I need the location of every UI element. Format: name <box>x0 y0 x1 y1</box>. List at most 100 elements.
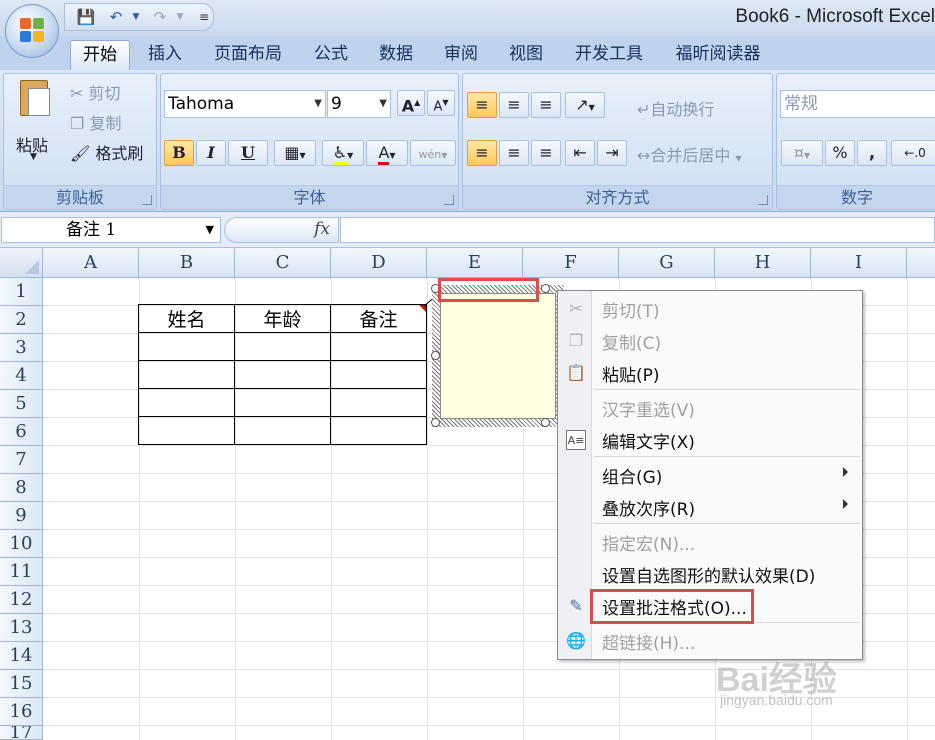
column-header-j[interactable] <box>907 248 935 278</box>
table-cell[interactable] <box>330 332 427 361</box>
row-header[interactable]: 11 <box>0 558 43 586</box>
align-right-button[interactable]: ≡ <box>531 140 561 166</box>
table-header-cell[interactable]: 备注 <box>330 304 427 333</box>
wrap-text-button[interactable]: ↵自动换行 <box>637 96 714 120</box>
name-box[interactable]: 备注 1 ▼ <box>1 217 221 243</box>
column-header-f[interactable]: F <box>523 248 619 278</box>
alignment-launcher-icon[interactable] <box>758 195 768 205</box>
row-header[interactable]: 9 <box>0 502 43 530</box>
table-cell[interactable] <box>234 360 331 389</box>
row-header[interactable]: 7 <box>0 446 43 474</box>
insert-function-icon[interactable]: fx <box>314 219 330 239</box>
menu-item-cut[interactable]: ✂ 剪切(T) <box>558 293 862 325</box>
resize-handle[interactable] <box>431 351 440 360</box>
tab-review[interactable]: 审阅 <box>434 40 488 70</box>
row-header[interactable]: 14 <box>0 642 43 670</box>
select-all-button[interactable] <box>0 248 43 278</box>
increase-indent-button[interactable]: ⇥ <box>597 140 627 166</box>
tab-home[interactable]: 开始 <box>70 40 130 70</box>
row-header[interactable]: 15 <box>0 670 43 698</box>
formula-input[interactable] <box>340 217 935 243</box>
row-header[interactable]: 8 <box>0 474 43 502</box>
align-bottom-button[interactable]: ≡ <box>531 92 561 118</box>
column-header-h[interactable]: H <box>715 248 811 278</box>
number-format-select[interactable]: 常规 <box>780 90 935 118</box>
menu-item-edit-text[interactable]: A≡ 编辑文字(X) <box>558 424 862 456</box>
tab-view[interactable]: 视图 <box>499 40 553 70</box>
table-cell[interactable] <box>138 388 235 417</box>
orientation-button[interactable]: ↗▼ <box>565 92 605 118</box>
row-header[interactable]: 13 <box>0 614 43 642</box>
column-header-b[interactable]: B <box>139 248 235 278</box>
table-cell[interactable] <box>330 360 427 389</box>
increase-decimal-button[interactable]: ←.0 <box>891 140 935 166</box>
decrease-indent-button[interactable]: ⇤ <box>565 140 595 166</box>
table-cell[interactable] <box>234 388 331 417</box>
tab-data[interactable]: 数据 <box>369 40 423 70</box>
undo-dropdown-icon[interactable]: ▼ <box>125 7 147 27</box>
merge-center-button[interactable]: ↔合并后居中 ▼ <box>637 142 742 166</box>
column-header-c[interactable]: C <box>235 248 331 278</box>
table-cell[interactable] <box>138 360 235 389</box>
resize-handle[interactable] <box>541 284 550 293</box>
customize-qat-icon[interactable]: ≡ <box>193 7 215 27</box>
menu-item-copy[interactable]: ❐ 复制(C) <box>558 325 862 357</box>
currency-button[interactable]: ¤▼ <box>781 140 823 166</box>
table-cell[interactable] <box>138 416 235 445</box>
row-header[interactable]: 17 <box>0 726 43 740</box>
resize-handle[interactable] <box>431 418 440 427</box>
table-cell[interactable] <box>330 388 427 417</box>
row-header[interactable]: 10 <box>0 530 43 558</box>
grow-font-button[interactable]: A▲ <box>397 90 425 116</box>
menu-item-order[interactable]: 叠放次序(R) <box>558 491 862 523</box>
comment-box[interactable] <box>440 293 556 419</box>
align-top-button[interactable]: ≡ <box>467 92 497 118</box>
table-cell[interactable] <box>138 332 235 361</box>
comma-button[interactable]: , <box>857 140 887 166</box>
resize-handle[interactable] <box>541 418 550 427</box>
format-painter-button[interactable]: 🖌 格式刷 <box>70 140 143 164</box>
table-cell[interactable] <box>330 416 427 445</box>
bold-button[interactable]: B <box>164 140 194 166</box>
phonetic-guide-button[interactable]: wén▼ <box>410 140 456 166</box>
tab-developer[interactable]: 开发工具 <box>564 40 654 70</box>
copy-button[interactable]: ❐ 复制 <box>70 110 121 134</box>
tab-insert[interactable]: 插入 <box>138 40 192 70</box>
row-header[interactable]: 3 <box>0 334 43 362</box>
tab-foxit-reader[interactable]: 福昕阅读器 <box>664 40 772 70</box>
undo-icon[interactable]: ↶ <box>105 7 127 27</box>
font-launcher-icon[interactable] <box>444 195 454 205</box>
shrink-font-button[interactable]: A▼ <box>427 90 455 116</box>
menu-item-reconvert[interactable]: 汉字重选(V) <box>558 392 862 424</box>
fill-color-button[interactable]: ♿▼ <box>322 140 364 166</box>
row-header[interactable]: 5 <box>0 390 43 418</box>
tab-page-layout[interactable]: 页面布局 <box>204 40 292 70</box>
row-header[interactable]: 6 <box>0 418 43 446</box>
table-cell[interactable] <box>234 332 331 361</box>
cut-button[interactable]: ✂ 剪切 <box>70 80 121 104</box>
menu-item-default-shape-effect[interactable]: 设置自选图形的默认效果(D) <box>558 558 862 590</box>
row-header[interactable]: 16 <box>0 698 43 726</box>
table-header-cell[interactable]: 年龄 <box>234 304 331 333</box>
column-header-d[interactable]: D <box>331 248 427 278</box>
table-header-cell[interactable]: 姓名 <box>138 304 235 333</box>
menu-item-paste[interactable]: 📋 粘贴(P) <box>558 357 862 389</box>
font-color-button[interactable]: A▼ <box>366 140 408 166</box>
office-button[interactable] <box>5 4 59 58</box>
row-header[interactable]: 12 <box>0 586 43 614</box>
column-header-e[interactable]: E <box>427 248 523 278</box>
paste-button[interactable]: 粘贴 ▼ <box>12 78 58 164</box>
align-middle-button[interactable]: ≡ <box>499 92 529 118</box>
table-cell[interactable] <box>234 416 331 445</box>
save-icon[interactable]: 💾 <box>75 7 97 27</box>
font-size-select[interactable]: 9 ▼ <box>327 90 391 118</box>
borders-button[interactable]: ▦▼ <box>274 140 316 166</box>
underline-button[interactable]: U <box>228 140 268 166</box>
row-header[interactable]: 2 <box>0 306 43 334</box>
chevron-down-icon[interactable]: ▼ <box>206 218 214 242</box>
column-header-a[interactable]: A <box>43 248 139 278</box>
redo-dropdown-icon[interactable]: ▼ <box>169 7 191 27</box>
column-header-g[interactable]: G <box>619 248 715 278</box>
row-header[interactable]: 4 <box>0 362 43 390</box>
italic-button[interactable]: I <box>196 140 226 166</box>
